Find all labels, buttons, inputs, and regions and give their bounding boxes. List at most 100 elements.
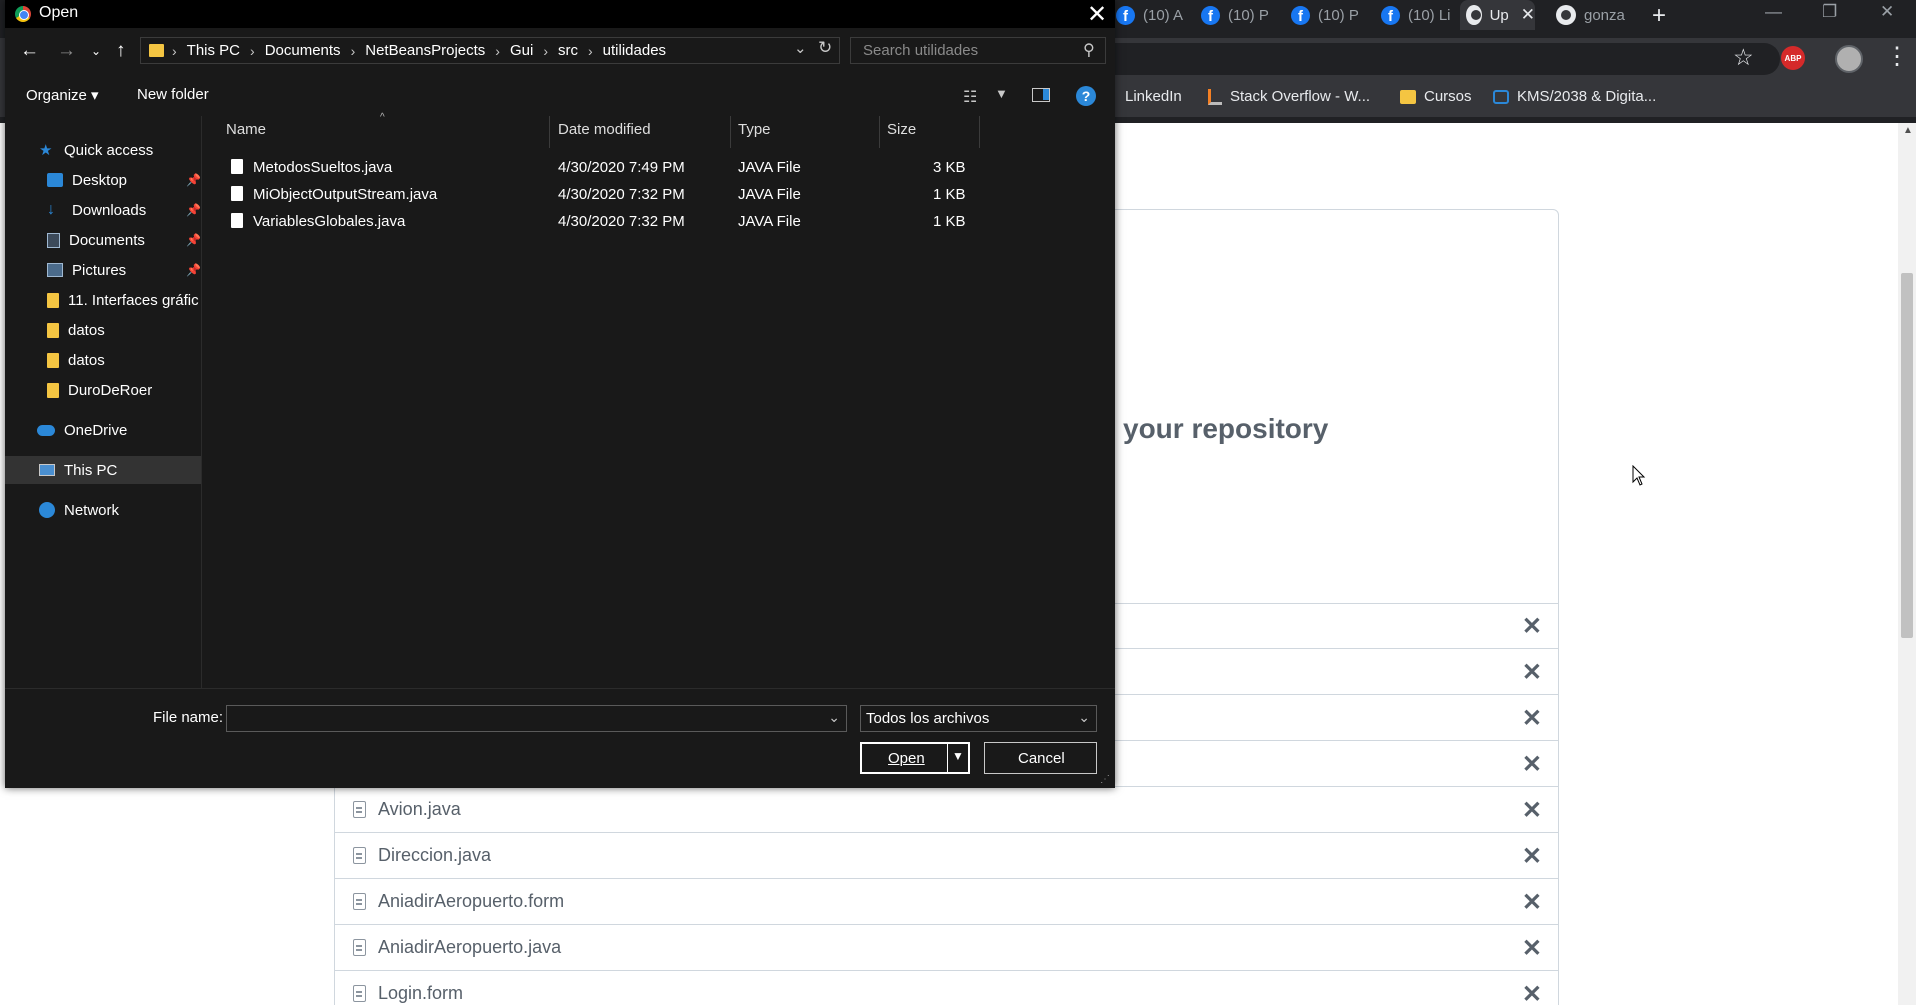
forward-arrow-icon[interactable]: → xyxy=(57,40,76,62)
remove-file-icon[interactable]: ✕ xyxy=(1522,796,1542,825)
refresh-icon[interactable]: ↻ xyxy=(818,38,832,58)
restore-icon[interactable]: ❐ xyxy=(1822,2,1837,22)
open-options-dropdown-icon[interactable]: ▼ xyxy=(952,749,964,763)
column-header-size[interactable]: Size xyxy=(887,121,916,138)
tab-github-2[interactable]: gonza xyxy=(1550,0,1630,30)
change-view-icon[interactable]: ☷ xyxy=(963,87,977,107)
column-divider[interactable] xyxy=(979,116,980,148)
pictures-icon xyxy=(47,263,63,277)
breadcrumb-netbeansprojects[interactable]: NetBeansProjects xyxy=(365,42,485,59)
cancel-button-label: Cancel xyxy=(1018,750,1065,767)
file-row[interactable]: VariablesGlobales.java 4/30/2020 7:32 PM… xyxy=(203,208,1115,235)
file-name-input[interactable]: ⌄ xyxy=(226,705,847,732)
file-row[interactable]: MiObjectOutputStream.java 4/30/2020 7:32… xyxy=(203,181,1115,208)
nav-this-pc[interactable]: This PC xyxy=(5,456,201,484)
nav-documents[interactable]: Documents 📌 xyxy=(5,226,201,254)
nav-duroderoer[interactable]: DuroDeRoer xyxy=(5,376,201,404)
bookmark-stackoverflow[interactable]: Stack Overflow - W... xyxy=(1208,88,1370,105)
facebook-icon: f xyxy=(1116,5,1135,25)
bookmark-star-icon[interactable]: ☆ xyxy=(1733,44,1754,71)
list-item: Login.form ✕ xyxy=(334,971,1559,1005)
remove-file-icon[interactable]: ✕ xyxy=(1522,888,1542,917)
chevron-down-icon[interactable]: ⌄ xyxy=(794,39,807,57)
page-scrollbar[interactable]: ▲ xyxy=(1898,123,1916,1005)
tab-github-active[interactable]: Up ✕ xyxy=(1460,0,1535,30)
breadcrumb-gui[interactable]: Gui xyxy=(510,42,533,59)
file-type-select[interactable]: Todos los archivos ⌄ xyxy=(860,705,1097,732)
column-divider[interactable] xyxy=(879,116,880,148)
tab-facebook-1[interactable]: f (10) A xyxy=(1110,0,1190,30)
column-header-name[interactable]: Name xyxy=(226,121,266,138)
tab-facebook-2[interactable]: f (10) P xyxy=(1195,0,1280,30)
remove-file-icon[interactable]: ✕ xyxy=(1522,750,1542,779)
search-icon[interactable]: ⚲ xyxy=(1083,40,1095,60)
cancel-button[interactable]: Cancel xyxy=(984,742,1097,774)
search-input[interactable]: Search utilidades ⚲ xyxy=(850,37,1106,64)
nav-desktop[interactable]: Desktop 📌 xyxy=(5,166,201,194)
column-divider[interactable] xyxy=(730,116,731,148)
nav-datos-1[interactable]: datos xyxy=(5,316,201,344)
back-arrow-icon[interactable]: ← xyxy=(20,40,39,62)
close-window-icon[interactable]: ✕ xyxy=(1880,2,1894,22)
new-folder-button[interactable]: New folder xyxy=(137,86,209,103)
menu-kebab-icon[interactable]: ⋮ xyxy=(1885,42,1909,71)
open-button[interactable]: Open ▼ xyxy=(860,742,970,774)
adblock-icon[interactable]: ABP xyxy=(1781,46,1805,70)
address-bar[interactable] xyxy=(1090,43,1780,75)
address-breadcrumb[interactable]: › This PC › Documents › NetBeansProjects… xyxy=(140,37,840,64)
scroll-up-icon[interactable]: ▲ xyxy=(1903,125,1913,136)
breadcrumb-src[interactable]: src xyxy=(558,42,578,59)
up-arrow-icon[interactable]: ↑ xyxy=(116,40,126,62)
chevron-right-icon[interactable]: › xyxy=(250,43,255,59)
tab-facebook-3[interactable]: f (10) P xyxy=(1285,0,1370,30)
file-icon xyxy=(353,939,366,956)
help-icon[interactable]: ? xyxy=(1076,86,1096,106)
nav-quick-access[interactable]: ★ Quick access xyxy=(5,136,201,164)
chevron-right-icon[interactable]: › xyxy=(172,43,177,59)
preview-pane-icon[interactable] xyxy=(1032,88,1050,102)
breadcrumb-utilidades[interactable]: utilidades xyxy=(603,42,666,59)
folder-icon xyxy=(47,352,59,368)
column-header-date[interactable]: Date modified xyxy=(558,121,651,138)
column-divider[interactable] xyxy=(549,116,550,148)
bookmark-linkedin[interactable]: LinkedIn xyxy=(1125,88,1182,105)
file-row[interactable]: MetodosSueltos.java 4/30/2020 7:49 PM JA… xyxy=(203,154,1115,181)
remove-file-icon[interactable]: ✕ xyxy=(1522,704,1542,733)
bookmark-kms[interactable]: KMS/2038 & Digita... xyxy=(1493,88,1656,105)
organize-button[interactable]: Organize ▾ xyxy=(26,86,99,104)
remove-file-icon[interactable]: ✕ xyxy=(1522,934,1542,963)
scroll-thumb[interactable] xyxy=(1901,273,1913,638)
chevron-down-icon[interactable]: ⌄ xyxy=(828,709,840,726)
resize-grip-icon[interactable]: ⋰ xyxy=(1100,774,1110,785)
nav-downloads[interactable]: ↓ Downloads 📌 xyxy=(5,196,201,224)
folder-icon xyxy=(1400,89,1416,104)
remove-file-icon[interactable]: ✕ xyxy=(1522,980,1542,1005)
nav-pictures[interactable]: Pictures 📌 xyxy=(5,256,201,284)
breadcrumb-this-pc[interactable]: This PC xyxy=(187,42,240,59)
nav-label: DuroDeRoer xyxy=(68,381,153,399)
close-dialog-icon[interactable]: ✕ xyxy=(1087,0,1107,29)
nav-datos-2[interactable]: datos xyxy=(5,346,201,374)
remove-file-icon[interactable]: ✕ xyxy=(1522,658,1542,687)
file-name-label: File name: xyxy=(153,709,224,726)
profile-avatar[interactable] xyxy=(1835,45,1863,73)
tab-facebook-4[interactable]: f (10) Li xyxy=(1375,0,1460,30)
nav-network[interactable]: Network xyxy=(5,496,201,524)
bookmark-cursos[interactable]: Cursos xyxy=(1400,88,1472,105)
new-tab-button[interactable]: + xyxy=(1652,2,1666,30)
chevron-right-icon[interactable]: › xyxy=(495,43,500,59)
recent-locations-icon[interactable]: ⌄ xyxy=(91,44,101,58)
chevron-right-icon[interactable]: › xyxy=(543,43,548,59)
tab-label: (10) P xyxy=(1228,6,1269,24)
remove-file-icon[interactable]: ✕ xyxy=(1522,612,1542,641)
nav-onedrive[interactable]: OneDrive xyxy=(5,416,201,444)
view-dropdown-icon[interactable]: ▼ xyxy=(995,86,1008,101)
chevron-right-icon[interactable]: › xyxy=(351,43,356,59)
column-header-type[interactable]: Type xyxy=(738,121,771,138)
minimize-icon[interactable]: — xyxy=(1765,2,1782,22)
nav-interfaces-graficas[interactable]: 11. Interfaces gráfic xyxy=(5,286,201,314)
remove-file-icon[interactable]: ✕ xyxy=(1522,842,1542,871)
breadcrumb-documents[interactable]: Documents xyxy=(265,42,341,59)
close-tab-icon[interactable]: ✕ xyxy=(1521,5,1535,25)
chevron-right-icon[interactable]: › xyxy=(588,43,593,59)
